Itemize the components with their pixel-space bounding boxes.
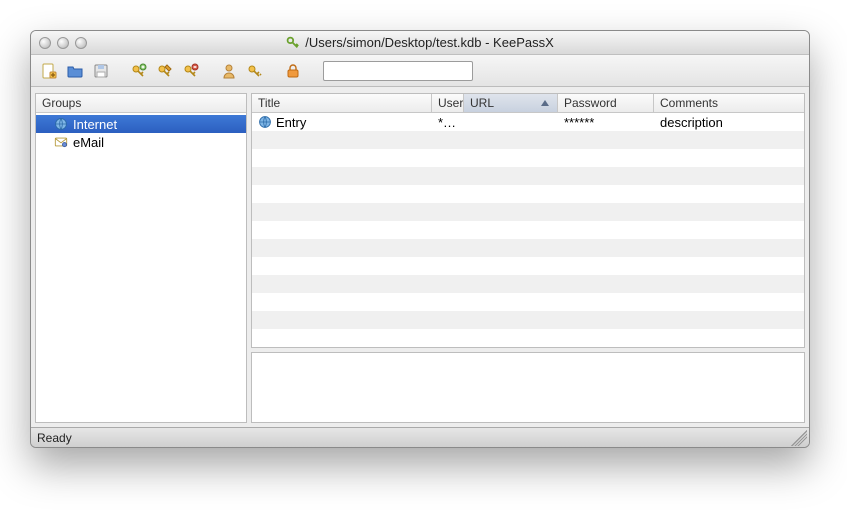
table-row (252, 275, 804, 293)
cell-password: ****** (558, 113, 654, 131)
sort-asc-icon (541, 100, 549, 106)
group-label: eMail (73, 135, 104, 150)
entry-details-panel[interactable] (251, 352, 805, 423)
group-label: Internet (73, 117, 117, 132)
table-row (252, 257, 804, 275)
toolbar (31, 55, 809, 87)
table-row (252, 185, 804, 203)
group-item-internet[interactable]: Internet (36, 115, 246, 133)
titlebar[interactable]: /Users/simon/Desktop/test.kdb - KeePassX (31, 31, 809, 55)
add-entry-button[interactable] (127, 60, 151, 82)
groups-panel: Groups Internet eMail (35, 93, 247, 423)
minimize-window-button[interactable] (57, 37, 69, 49)
group-item-email[interactable]: eMail (36, 133, 246, 151)
delete-entry-button[interactable] (179, 60, 203, 82)
table-row (252, 311, 804, 329)
table-row[interactable]: Entry *… ****** description (252, 113, 804, 131)
table-row (252, 221, 804, 239)
key-edit-icon (157, 63, 173, 79)
person-icon (221, 63, 237, 79)
table-row (252, 131, 804, 149)
zoom-window-button[interactable] (75, 37, 87, 49)
window-title: /Users/simon/Desktop/test.kdb - KeePassX (305, 35, 554, 50)
groups-header[interactable]: Groups (36, 94, 246, 113)
lock-icon (285, 63, 301, 79)
app-window: /Users/simon/Desktop/test.kdb - KeePassX (30, 30, 810, 448)
cell-title: Entry (252, 113, 432, 131)
cell-comments: description (654, 113, 804, 131)
globe-icon (258, 115, 272, 129)
table-row (252, 239, 804, 257)
column-header-username[interactable]: User (432, 94, 464, 112)
column-label: URL (470, 96, 494, 110)
key-add-icon (131, 63, 147, 79)
lock-workspace-button[interactable] (281, 60, 305, 82)
copy-password-button[interactable] (243, 60, 267, 82)
search-input[interactable] (323, 61, 473, 81)
key-icon (247, 63, 263, 79)
statusbar: Ready (31, 427, 809, 447)
table-row (252, 203, 804, 221)
close-window-button[interactable] (39, 37, 51, 49)
status-text: Ready (37, 431, 72, 445)
table-row (252, 329, 804, 347)
column-header-comments[interactable]: Comments (654, 94, 804, 112)
keepassx-icon (286, 36, 300, 50)
mail-icon (54, 135, 68, 149)
table-row (252, 293, 804, 311)
entries-columns: Title User URL Password Comments (252, 94, 804, 113)
column-header-title[interactable]: Title (252, 94, 432, 112)
column-header-password[interactable]: Password (558, 94, 654, 112)
new-database-button[interactable] (37, 60, 61, 82)
cell-username: *… (432, 113, 464, 131)
window-controls (39, 37, 87, 49)
table-row (252, 167, 804, 185)
column-header-url[interactable]: URL (464, 94, 558, 112)
cell-url (464, 113, 558, 131)
copy-username-button[interactable] (217, 60, 241, 82)
save-icon (93, 63, 109, 79)
edit-entry-button[interactable] (153, 60, 177, 82)
groups-tree[interactable]: Internet eMail (36, 113, 246, 422)
new-file-icon (41, 63, 57, 79)
key-delete-icon (183, 63, 199, 79)
entries-panel: Title User URL Password Comments (251, 93, 805, 348)
open-folder-icon (67, 63, 83, 79)
entries-rows[interactable]: Entry *… ****** description (252, 113, 804, 347)
globe-icon (54, 117, 68, 131)
open-database-button[interactable] (63, 60, 87, 82)
resize-grip[interactable] (791, 430, 807, 446)
save-database-button[interactable] (89, 60, 113, 82)
content-area: Groups Internet eMail (31, 87, 809, 427)
table-row (252, 149, 804, 167)
